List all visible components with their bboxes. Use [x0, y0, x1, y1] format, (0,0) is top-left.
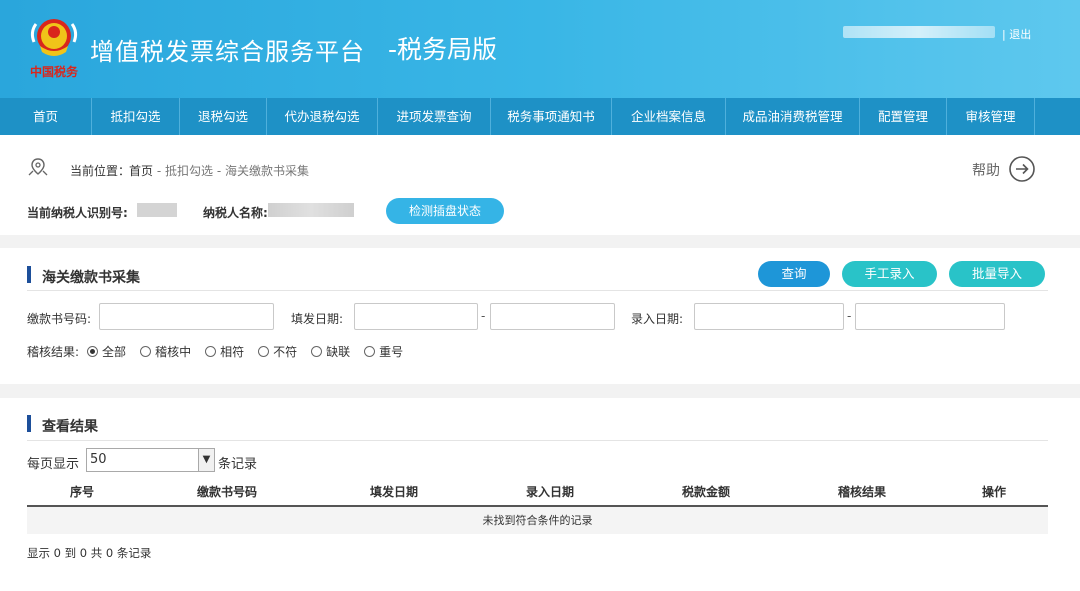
breadcrumb-separator: -	[213, 164, 225, 178]
taxpayer-id-label: 当前纳税人识别号:	[27, 206, 128, 220]
section-title-results: 查看结果	[42, 419, 98, 435]
user-info-redacted	[843, 26, 995, 38]
section-marker	[27, 266, 31, 283]
audit-result-filter: 稽核结果: 全部 稽核中 相符 不符 缺联 重号	[27, 343, 417, 360]
location-label: 当前位置：	[70, 164, 131, 178]
nav-item-deduction[interactable]: 抵扣勾选	[92, 98, 180, 135]
main-nav: 首页 抵扣勾选 退税勾选 代办退税勾选 进项发票查询 税务事项通知书 企业档案信…	[0, 98, 1080, 135]
chevron-down-icon[interactable]: ▼	[198, 449, 214, 471]
taxpayer-name-redacted	[268, 203, 354, 217]
issue-date-end-input[interactable]	[490, 303, 615, 330]
taxpayer-name-label: 纳税人名称:	[203, 206, 268, 220]
radio-circle[interactable]	[140, 346, 152, 357]
nav-item-agent-refund[interactable]: 代办退税勾选	[267, 98, 378, 135]
breadcrumb-separator: -	[153, 164, 165, 178]
radio-label: 不符	[273, 345, 298, 359]
header: 中国税务 增值税发票综合服务平台 -税务局版 | 退出	[0, 0, 1080, 98]
column-header: 序号	[69, 485, 95, 499]
nav-item-home[interactable]: 首页	[0, 98, 92, 135]
breadcrumb: 首页 - 抵扣勾选 - 海关缴款书采集	[129, 162, 309, 179]
pagination-info: 显示 0 到 0 共 0 条记录	[27, 546, 152, 560]
logout-link[interactable]: | 退出	[1002, 26, 1031, 42]
per-page-select[interactable]: 50 ▼	[86, 448, 215, 472]
table-empty-row: 未找到符合条件的记录	[27, 507, 1048, 534]
arrow-right-circle-icon[interactable]	[1008, 155, 1036, 183]
issue-date-label: 填发日期:	[291, 312, 344, 326]
radio-label: 缺联	[326, 345, 351, 359]
radio-label: 全部	[102, 345, 127, 359]
nav-item-tax-notice[interactable]: 税务事项通知书	[491, 98, 612, 135]
detect-disk-button[interactable]: 检测插盘状态	[386, 198, 504, 224]
help-link[interactable]: 帮助	[972, 160, 1000, 180]
taxpayer-id-redacted	[137, 203, 177, 217]
site-title: 增值税发票综合服务平台	[90, 38, 365, 66]
column-header: 操作	[981, 485, 1007, 499]
results-panel: 查看结果 每页显示 50 ▼ 条记录 序号 缴款书号码 填发日期 录入日期 税款…	[0, 398, 1080, 591]
section-marker	[27, 415, 31, 432]
radio-mismatch[interactable]: 不符	[258, 343, 297, 360]
radio-label: 重号	[379, 345, 404, 359]
records-label: 条记录	[218, 457, 258, 472]
query-button[interactable]: 查询	[758, 261, 830, 287]
site-subtitle: -税务局版	[388, 35, 498, 64]
divider	[27, 290, 1048, 291]
location-panel: 当前位置： 首页 - 抵扣勾选 - 海关缴款书采集 帮助 当前纳税人识别号: 纳…	[0, 135, 1080, 235]
radio-label: 稽核中	[155, 345, 192, 359]
column-header: 稽核结果	[837, 485, 887, 499]
radio-label: 相符	[220, 345, 245, 359]
entry-date-end-input[interactable]	[855, 303, 1005, 330]
per-page-value: 50	[90, 452, 107, 467]
nav-item-config[interactable]: 配置管理	[860, 98, 947, 135]
section-title-collection: 海关缴款书采集	[42, 270, 140, 286]
radio-circle[interactable]	[205, 346, 217, 357]
nav-item-oil-tax[interactable]: 成品油消费税管理	[726, 98, 860, 135]
location-pin-icon	[28, 158, 48, 176]
breadcrumb-home[interactable]: 首页	[129, 164, 153, 178]
issue-date-start-input[interactable]	[354, 303, 478, 330]
date-range-dash: -	[481, 309, 486, 323]
code-label: 缴款书号码:	[27, 312, 92, 326]
entry-date-start-input[interactable]	[694, 303, 844, 330]
radio-match[interactable]: 相符	[205, 343, 244, 360]
column-header: 录入日期	[525, 485, 575, 499]
column-header: 填发日期	[369, 485, 419, 499]
radio-circle[interactable]	[258, 346, 270, 357]
radio-all[interactable]: 全部	[87, 343, 126, 360]
search-panel: 海关缴款书采集 查询 手工录入 批量导入 缴款书号码: 填发日期: - 录入日期…	[0, 248, 1080, 384]
entry-date-label: 录入日期:	[631, 312, 684, 326]
radio-duplicate[interactable]: 重号	[364, 343, 403, 360]
tax-emblem-logo: 中国税务	[30, 19, 79, 79]
nav-item-audit[interactable]: 审核管理	[947, 98, 1035, 135]
column-header: 缴款书号码	[196, 485, 258, 499]
radio-circle[interactable]	[87, 346, 99, 357]
divider	[27, 440, 1048, 441]
column-header: 税款金额	[681, 485, 731, 499]
batch-import-button[interactable]: 批量导入	[949, 261, 1045, 287]
radio-missing[interactable]: 缺联	[311, 343, 350, 360]
radio-circle[interactable]	[311, 346, 323, 357]
manual-entry-button[interactable]: 手工录入	[842, 261, 937, 287]
date-range-dash: -	[847, 309, 852, 323]
nav-item-company-archive[interactable]: 企业档案信息	[612, 98, 726, 135]
per-page-label: 每页显示	[27, 457, 80, 472]
breadcrumb-current: 海关缴款书采集	[224, 164, 309, 178]
logo-text: 中国税务	[30, 64, 79, 79]
nav-item-invoice-query[interactable]: 进项发票查询	[378, 98, 491, 135]
audit-label: 稽核结果:	[27, 345, 80, 359]
breadcrumb-deduction[interactable]: 抵扣勾选	[165, 164, 213, 178]
nav-item-refund[interactable]: 退税勾选	[180, 98, 267, 135]
radio-circle[interactable]	[364, 346, 376, 357]
code-input[interactable]	[99, 303, 274, 330]
radio-auditing[interactable]: 稽核中	[140, 343, 191, 360]
